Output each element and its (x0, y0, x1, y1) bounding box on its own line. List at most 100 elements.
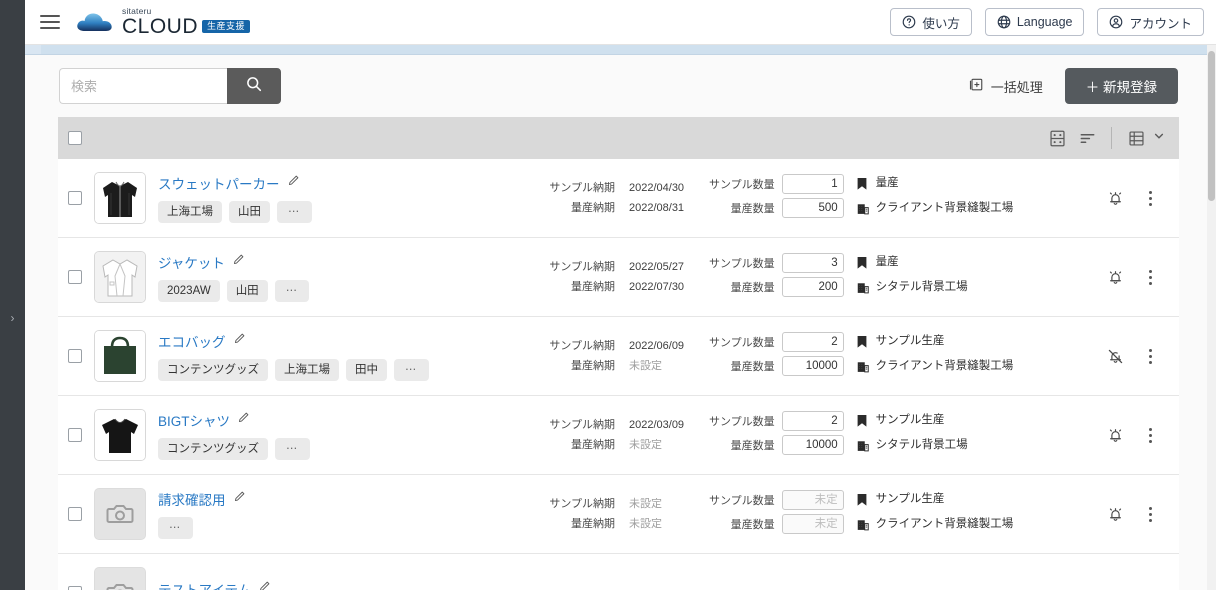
date-row: サンプル納期 2022/05/27 (541, 257, 691, 277)
item-name-link[interactable]: 請求確認用 (158, 489, 226, 509)
search-toolbar: 一括処理 ＋ 新規登録 (25, 55, 1216, 117)
edit-pencil-icon[interactable] (233, 332, 246, 350)
row-checkbox[interactable] (68, 428, 82, 442)
kebab-menu-icon (1148, 348, 1152, 364)
kebab-menu-icon (1148, 427, 1152, 443)
bell-on-icon[interactable] (1095, 505, 1135, 524)
edit-pencil-icon[interactable] (258, 580, 271, 590)
table-view-icon[interactable] (1121, 129, 1151, 148)
quantity-input[interactable] (781, 490, 844, 510)
vertical-scrollbar[interactable] (1207, 45, 1216, 590)
table-row[interactable]: BIGTシャツ コンテンツグッズ ⋯ サンプル納期 2022/03/09 量産納期… (58, 396, 1179, 475)
quantity-input[interactable] (781, 435, 844, 455)
brand-logo[interactable]: sitateru CLOUD 生産支援 (75, 7, 251, 37)
row-checkbox[interactable] (68, 586, 82, 590)
table-row[interactable]: ジャケット 2023AW 山田 ⋯ サンプル納期 2022/05/27 量産納期 2… (58, 238, 1179, 317)
help-button[interactable]: 使い方 (890, 8, 972, 36)
quantity-input[interactable] (781, 174, 844, 194)
item-thumbnail[interactable] (94, 409, 146, 461)
item-name-link[interactable]: テストアイテム (158, 579, 251, 590)
row-checkbox[interactable] (68, 349, 82, 363)
item-tag[interactable]: 上海工場 (275, 358, 339, 382)
more-tags-button[interactable]: ⋯ (274, 279, 310, 303)
app-header: sitateru CLOUD 生産支援 使い方 Language アカウント (25, 0, 1216, 45)
image-view-icon[interactable] (1042, 129, 1072, 148)
search-button[interactable] (227, 68, 281, 104)
row-menu-button[interactable] (1135, 348, 1165, 364)
table-row[interactable]: 請求確認用 ⋯ サンプル納期 未設定 量産納期 未設定 サンプル数量 量産数量 (58, 475, 1179, 554)
quantity-input[interactable] (781, 411, 844, 431)
production-status: 量産 (856, 255, 1095, 275)
item-thumbnail[interactable] (94, 251, 146, 303)
item-name-link[interactable]: エコバッグ (158, 331, 226, 351)
row-checkbox[interactable] (68, 191, 82, 205)
search-input[interactable] (59, 68, 227, 104)
production-status-label: 量産 (875, 176, 899, 189)
status-column: サンプル生産 シタテル背景工場 (844, 413, 1095, 458)
quantity-input[interactable] (781, 332, 844, 352)
quantity-input[interactable] (781, 277, 844, 297)
horizontal-scrollbar[interactable] (25, 45, 1216, 55)
item-tag[interactable]: 2023AW (158, 279, 220, 303)
bell-off-icon[interactable] (1095, 347, 1135, 366)
item-name-line: BIGTシャツ (158, 410, 541, 430)
edit-pencil-icon[interactable] (237, 411, 250, 429)
item-thumbnail[interactable] (94, 172, 146, 224)
quantity-input[interactable] (781, 198, 844, 218)
item-tag[interactable]: 田中 (346, 358, 387, 382)
date-label: 量産納期 (571, 518, 615, 530)
new-registration-button[interactable]: ＋ 新規登録 (1064, 68, 1178, 104)
table-row[interactable]: スウェットパーカー 上海工場 山田 ⋯ サンプル納期 2022/04/30 量産納期… (58, 159, 1179, 238)
item-name-link[interactable]: BIGTシャツ (158, 410, 230, 430)
more-tags-button[interactable]: ⋯ (394, 358, 429, 382)
more-tags-button[interactable]: ⋯ (158, 516, 193, 540)
kebab-menu-icon (1148, 190, 1152, 206)
item-tag[interactable]: 山田 (229, 200, 270, 224)
table-row[interactable]: テストアイテム (58, 554, 1179, 590)
item-name-link[interactable]: スウェットパーカー (158, 173, 280, 193)
account-button[interactable]: アカウント (1097, 8, 1204, 36)
row-menu-button[interactable] (1135, 190, 1165, 206)
item-thumbnail[interactable] (94, 567, 146, 590)
more-tags-button[interactable]: ⋯ (275, 437, 310, 461)
item-name-link[interactable]: ジャケット (158, 252, 225, 272)
bell-on-icon[interactable] (1095, 426, 1135, 445)
item-tag[interactable]: 上海工場 (158, 200, 222, 224)
row-checkbox[interactable] (68, 507, 82, 521)
item-thumbnail[interactable] (94, 488, 146, 540)
select-all-checkbox[interactable] (68, 131, 82, 145)
edit-pencil-icon[interactable] (232, 253, 245, 271)
item-name-line: 請求確認用 (158, 489, 541, 509)
scrollbar-thumb[interactable] (25, 45, 41, 54)
row-menu-button[interactable] (1135, 506, 1165, 522)
item-tag[interactable]: 山田 (226, 279, 268, 303)
bell-on-icon[interactable] (1095, 189, 1135, 208)
sidebar-expand-button[interactable]: › (0, 312, 25, 324)
quantity-column: サンプル数量 量産数量 (709, 490, 844, 538)
row-menu-button[interactable] (1135, 427, 1165, 443)
quantity-input[interactable] (781, 514, 844, 534)
item-thumbnail[interactable] (94, 330, 146, 382)
edit-pencil-icon[interactable] (233, 490, 246, 508)
edit-pencil-icon[interactable] (287, 174, 300, 192)
row-checkbox[interactable] (68, 270, 82, 284)
chevron-down-icon[interactable] (1153, 129, 1165, 147)
quantity-label: サンプル数量 (709, 416, 775, 428)
row-menu-button[interactable] (1135, 269, 1165, 285)
quantity-label: 量産数量 (730, 361, 775, 373)
quantity-column: サンプル数量 量産数量 (709, 253, 844, 301)
quantity-input[interactable] (781, 253, 844, 273)
factory-info: クライアント背景縫製工場 (856, 201, 1095, 221)
quantity-column: サンプル数量 量産数量 (709, 411, 844, 459)
factory-name: シタテル背景工場 (875, 280, 968, 293)
language-button[interactable]: Language (984, 8, 1085, 36)
sort-icon[interactable] (1072, 129, 1102, 148)
more-tags-button[interactable]: ⋯ (277, 200, 312, 224)
quantity-input[interactable] (781, 356, 844, 376)
hamburger-icon[interactable] (31, 15, 69, 29)
table-row[interactable]: エコバッグ コンテンツグッズ 上海工場 田中 ⋯ サンプル納期 2022/06/09 … (58, 317, 1179, 396)
bulk-process-button[interactable]: 一括処理 (969, 77, 1043, 96)
item-tag[interactable]: コンテンツグッズ (158, 437, 268, 461)
item-tag[interactable]: コンテンツグッズ (158, 358, 268, 382)
bell-on-icon[interactable] (1095, 268, 1135, 287)
